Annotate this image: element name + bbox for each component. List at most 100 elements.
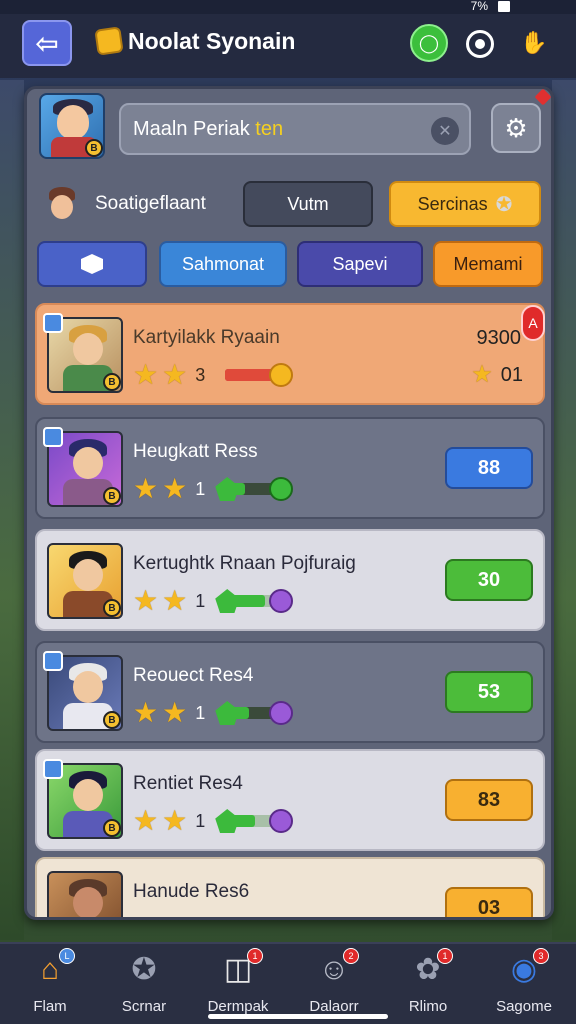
search-value-highlight: ten xyxy=(255,118,284,140)
row-name: Rentiet Res4 xyxy=(133,773,243,794)
list-item[interactable]: B Rentiet Res4 ★ ★ 1 83 xyxy=(35,749,545,851)
row-score-star: ★ 01 xyxy=(471,361,523,389)
alert-badge-icon[interactable]: A xyxy=(521,305,545,341)
record-button[interactable] xyxy=(466,30,494,58)
star-icon: ★ xyxy=(133,359,159,390)
rating-stars: ★ ★ 1 xyxy=(133,697,294,728)
coin-icon: B xyxy=(103,599,121,617)
gem-icon xyxy=(215,589,240,613)
vutm-button[interactable]: Vutm xyxy=(243,181,373,227)
gem-icon xyxy=(269,363,294,387)
star-icon: ★ xyxy=(133,697,159,728)
filter-cube-button[interactable] xyxy=(37,241,147,287)
row-name: Kertughtk Rnaan Pojfuraig xyxy=(133,553,356,574)
progress-bar xyxy=(215,701,294,725)
status-bar: 7% xyxy=(0,0,576,14)
gem-icon xyxy=(269,809,294,833)
record-icon xyxy=(475,39,485,49)
rating-stars: ★ ★ 1 xyxy=(133,805,294,836)
face-icon: ☺ 2 xyxy=(315,948,359,988)
star-icon: ★ xyxy=(162,473,188,504)
character-portrait: B xyxy=(47,543,123,619)
star-icon: ★ xyxy=(162,585,188,616)
filter-sahmonat[interactable]: Sahmonat xyxy=(159,241,287,287)
list-item[interactable]: Hanude Res6 03 xyxy=(35,857,545,917)
search-value: Maaln Periak xyxy=(133,118,250,140)
nav-item-dermpak[interactable]: ◫ 1 Dermpak xyxy=(190,948,286,1022)
gem-icon xyxy=(269,589,294,613)
rating-stars: ★ ★ 3 xyxy=(133,359,294,390)
star-badge-icon: ✪ xyxy=(131,953,157,986)
nav-item-scrnar[interactable]: ✪ Scrnar xyxy=(96,952,192,1022)
back-button[interactable]: ⇦ xyxy=(22,20,72,66)
value-button[interactable]: 53 xyxy=(445,671,533,713)
profile-name: Soatigeflaant xyxy=(95,193,206,214)
filter-label: Sahmonat xyxy=(181,253,265,274)
list-item[interactable]: B Reouect Res4 ★ ★ 1 53 xyxy=(35,641,545,743)
row-level: 3 xyxy=(195,364,206,385)
value-button[interactable]: 03 xyxy=(445,887,533,917)
nav-label: Dalaorr xyxy=(309,998,359,1015)
bottom-nav: ⌂ L Flam ✪ Scrnar ◫ 1 Dermpak ☺ 2 Dalaorr ✿… xyxy=(0,942,576,1024)
value-button[interactable]: 83 xyxy=(445,779,533,821)
nav-item-dalaorr[interactable]: ☺ 2 Dalaorr xyxy=(286,948,382,1022)
row-level: 1 xyxy=(195,810,206,831)
nav-label: Sagome xyxy=(496,998,552,1015)
star-icon: ★ xyxy=(162,697,188,728)
star-icon: ★ xyxy=(133,585,159,616)
cube-icon xyxy=(81,254,103,274)
coin-icon: B xyxy=(85,139,103,157)
rating-stars: ★ ★ 1 xyxy=(133,585,294,616)
home-indicator[interactable] xyxy=(208,1014,388,1019)
cards-icon: ◫ 1 xyxy=(219,948,263,988)
gear-icon: ⚙ xyxy=(504,112,528,143)
coin-icon: B xyxy=(103,373,121,391)
value-button[interactable]: 88 xyxy=(445,447,533,489)
sercinas-button[interactable]: Sercinas ✪ xyxy=(389,181,541,227)
filter-sapevi[interactable]: Sapevi xyxy=(297,241,423,287)
star-icon: ★ xyxy=(162,359,188,390)
corner-badge-icon xyxy=(43,427,63,447)
player-avatar[interactable]: B xyxy=(39,93,105,159)
chat-button[interactable]: ◯ xyxy=(410,24,448,62)
vutm-label: Vutm xyxy=(287,193,329,214)
row-name: Reouect Res4 xyxy=(133,665,254,686)
corner-badge-icon xyxy=(43,651,63,671)
rating-stars: ★ ★ 1 xyxy=(133,473,294,504)
row-name: Hanude Res6 xyxy=(133,881,250,902)
nav-item-home[interactable]: ⌂ L Flam xyxy=(2,948,98,1022)
nav-label: Dermpak xyxy=(207,998,269,1015)
star-icon: ★ xyxy=(162,805,188,836)
progress-bar xyxy=(215,477,294,501)
list-item[interactable]: B Heugkatt Ress ★ ★ 1 88 xyxy=(35,417,545,519)
panel-close-icon[interactable] xyxy=(534,89,551,106)
progress-bar xyxy=(215,363,294,387)
row-name: Heugkatt Ress xyxy=(133,441,258,462)
nav-label: Rlimo xyxy=(408,998,448,1015)
value-button[interactable]: 30 xyxy=(445,559,533,601)
clear-icon[interactable]: ✕ xyxy=(431,117,459,145)
list-item[interactable]: B Kartyilakk Ryaain ★ ★ 3 9300 ★ 01 A xyxy=(35,303,545,405)
chat-icon: ◯ xyxy=(418,32,440,53)
progress-bar xyxy=(215,809,294,833)
back-arrow-icon: ⇦ xyxy=(35,27,59,59)
hand-icon: ✋ xyxy=(520,30,548,55)
hand-button[interactable]: ✋ xyxy=(520,30,548,58)
gem-icon xyxy=(269,477,294,501)
battery-percent: 7% xyxy=(470,0,488,13)
list-item[interactable]: B Kertughtk Rnaan Pojfuraig ★ ★ 1 30 xyxy=(35,529,545,631)
nav-item-rlimo[interactable]: ✿ 1 Rlimo xyxy=(380,948,476,1022)
settings-button[interactable]: ⚙ xyxy=(491,103,541,153)
nav-item-sagome[interactable]: ◉ 3 Sagome xyxy=(476,948,572,1022)
star-icon: ★ xyxy=(133,805,159,836)
nav-label: Scrnar xyxy=(121,998,167,1015)
home-icon: ⌂ L xyxy=(31,948,75,988)
coin-icon: B xyxy=(103,819,121,837)
row-level: 1 xyxy=(195,702,206,723)
filter-label: Sapevi xyxy=(332,253,388,274)
sercinas-label: Sercinas xyxy=(417,193,488,214)
corner-badge-icon xyxy=(43,759,63,779)
progress-bar xyxy=(215,589,294,613)
filter-memami[interactable]: Memami xyxy=(433,241,543,287)
search-input[interactable]: Maaln Periak ten ✕ xyxy=(119,103,471,155)
